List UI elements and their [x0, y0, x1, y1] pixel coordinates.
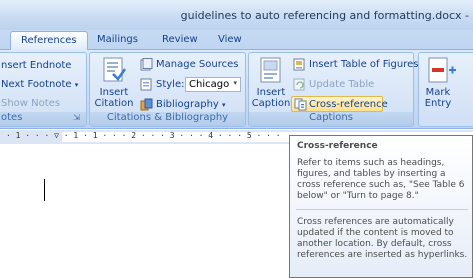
footnotes-group: nsert Endnote Next Footnote ▾ Show Notes… — [0, 52, 87, 127]
mark-entry-label: Mark Entry — [424, 87, 452, 109]
captions-group: Insert Caption Insert Table of Figures U… — [248, 52, 418, 127]
insert-caption-icon — [260, 57, 281, 83]
ribbon-tab-row: References Mailings Review View — [0, 30, 473, 51]
manage-sources-button[interactable]: Manage Sources — [156, 59, 238, 70]
title-bar: guidelines to auto referencing and forma… — [0, 0, 473, 30]
cross-reference-icon — [294, 98, 307, 111]
bibliography-icon — [140, 98, 153, 111]
insert-caption-label: Insert Caption — [251, 87, 291, 109]
insert-caption-button[interactable]: Insert Caption — [251, 55, 291, 113]
bibliography-label: Bibliography — [156, 99, 219, 110]
footnotes-group-label-text: otes — [1, 112, 23, 123]
chevron-down-icon: ▾ — [222, 101, 226, 109]
next-footnote-label: Next Footnote — [1, 79, 72, 90]
index-group: Mark Entry — [418, 52, 473, 127]
ribbon: nsert Endnote Next Footnote ▾ Show Notes… — [0, 50, 473, 129]
show-notes-button[interactable]: Show Notes — [1, 98, 60, 109]
style-icon — [140, 78, 152, 91]
table-of-figures-icon — [293, 58, 305, 71]
chevron-down-icon: ▾ — [74, 81, 79, 89]
tab-references[interactable]: References — [10, 31, 88, 51]
text-cursor — [44, 179, 45, 201]
chevron-down-icon: ▾ — [233, 79, 237, 87]
next-footnote-button[interactable]: Next Footnote ▾ — [1, 79, 78, 90]
update-table-icon — [293, 78, 305, 91]
style-label: Style: — [156, 79, 185, 90]
tooltip-paragraph-2: Cross references are automatically updat… — [297, 217, 468, 260]
manage-sources-icon — [140, 58, 153, 71]
bibliography-button[interactable]: Bibliography ▾ — [156, 99, 226, 110]
insert-citation-button[interactable]: Insert Citation ▾ — [92, 55, 136, 120]
insert-citation-icon — [103, 57, 127, 82]
tooltip-divider — [296, 209, 468, 210]
update-table-button[interactable]: Update Table — [309, 79, 374, 90]
cross-reference-tooltip: Cross-reference Refer to items such as h… — [289, 135, 473, 278]
style-dropdown-value: Chicago — [189, 79, 230, 90]
footnotes-group-label: otes ⇲ — [0, 112, 86, 126]
cross-reference-button[interactable]: Cross-reference — [291, 96, 388, 112]
dialog-launcher-icon[interactable]: ⇲ — [73, 113, 80, 122]
tab-review[interactable]: Review — [162, 34, 198, 45]
style-dropdown[interactable]: Chicago ▾ — [185, 77, 241, 92]
ruler-ticks: · 1 · · · ▽ · 1 · 1 · · · 2 · · · 3 · · … — [6, 131, 281, 140]
tab-view[interactable]: View — [218, 34, 242, 45]
mark-entry-button[interactable]: Mark Entry — [421, 55, 461, 113]
tooltip-paragraph-1: Refer to items such as headings, figures… — [297, 158, 465, 201]
insert-endnote-button[interactable]: nsert Endnote — [1, 60, 71, 71]
window-title: guidelines to auto referencing and forma… — [180, 9, 469, 22]
insert-table-of-figures-button[interactable]: Insert Table of Figures — [309, 59, 418, 70]
tab-mailings[interactable]: Mailings — [97, 34, 138, 45]
mark-entry-icon — [428, 57, 456, 83]
citations-group-label: Citations & Bibliography — [90, 112, 245, 126]
tooltip-title: Cross-reference — [297, 141, 378, 151]
cross-reference-label: Cross-reference — [309, 99, 388, 110]
citations-group: Insert Citation ▾ Manage Sources Style: … — [89, 52, 246, 127]
captions-group-label: Captions — [249, 112, 413, 126]
